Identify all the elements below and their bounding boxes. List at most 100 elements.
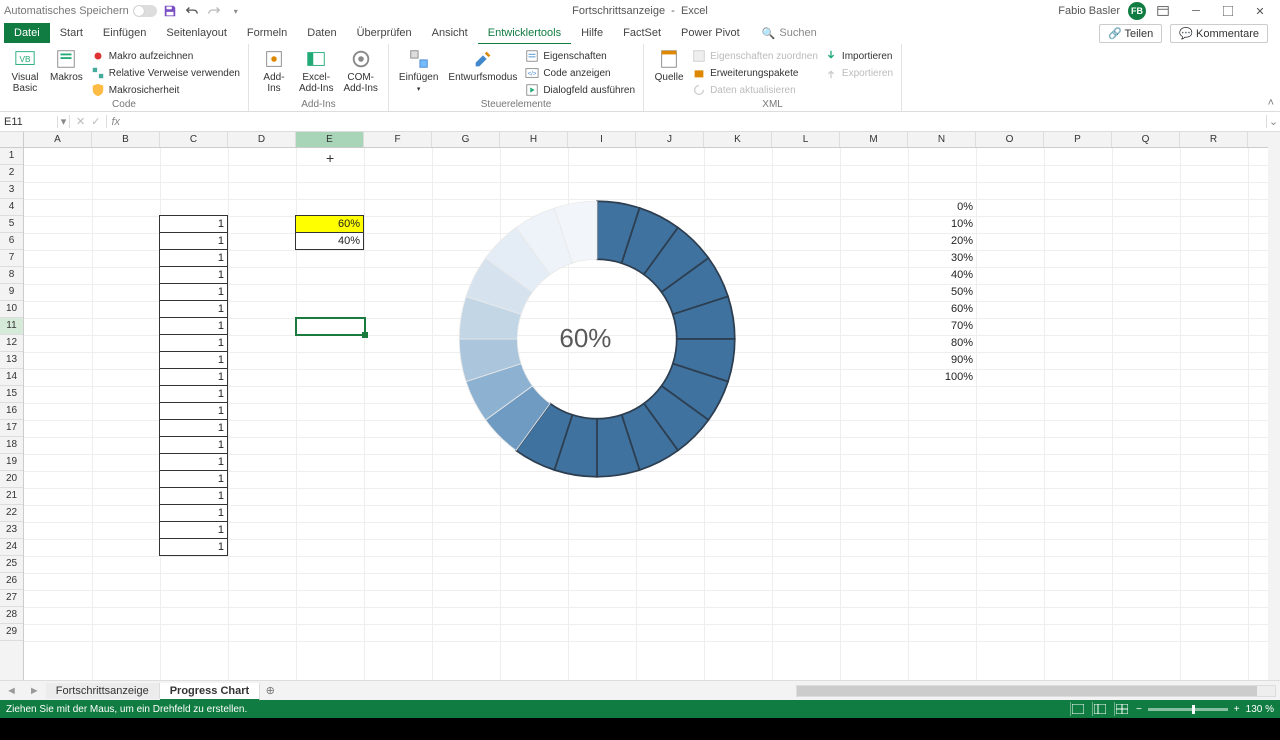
cell-n12[interactable]: 80% — [908, 335, 976, 352]
cell-e5[interactable]: 60% — [295, 215, 364, 233]
row-header[interactable]: 15 — [0, 386, 23, 403]
row-header[interactable]: 23 — [0, 522, 23, 539]
user-name[interactable]: Fabio Basler — [1058, 5, 1120, 17]
row-header[interactable]: 8 — [0, 267, 23, 284]
cell-c21[interactable]: 1 — [159, 487, 228, 505]
column-header[interactable]: G — [432, 132, 500, 147]
column-header[interactable]: L — [772, 132, 840, 147]
spreadsheet-grid[interactable]: ABCDEFGHIJKLMNOPQR 123456789101112131415… — [0, 132, 1280, 680]
row-header[interactable]: 6 — [0, 233, 23, 250]
relative-references-button[interactable]: Relative Verweise verwenden — [89, 65, 242, 81]
fx-icon[interactable]: fx — [107, 116, 124, 128]
cell-c11[interactable]: 1 — [159, 317, 228, 335]
row-header[interactable]: 24 — [0, 539, 23, 556]
column-header[interactable]: C — [160, 132, 228, 147]
column-header[interactable]: B — [92, 132, 160, 147]
visual-basic-button[interactable]: VBVisual Basic — [6, 46, 44, 98]
column-header[interactable]: N — [908, 132, 976, 147]
row-header[interactable]: 21 — [0, 488, 23, 505]
ribbon-tab-power pivot[interactable]: Power Pivot — [671, 23, 750, 43]
row-header[interactable]: 3 — [0, 182, 23, 199]
properties-button[interactable]: Eigenschaften — [523, 48, 637, 64]
row-header[interactable]: 25 — [0, 556, 23, 573]
cell-c5[interactable]: 1 — [159, 215, 228, 233]
add-sheet-button[interactable]: ⊕ — [260, 684, 280, 697]
minimize-button[interactable]: ─ — [1180, 0, 1212, 22]
page-break-view-icon[interactable] — [1114, 702, 1130, 716]
cell-e6[interactable]: 40% — [295, 232, 364, 250]
row-header[interactable]: 4 — [0, 199, 23, 216]
row-header[interactable]: 26 — [0, 573, 23, 590]
sheet-tab[interactable]: Progress Chart — [160, 683, 260, 701]
ribbon-tab-seitenlayout[interactable]: Seitenlayout — [156, 23, 237, 43]
com-addins-button[interactable]: COM- Add-Ins — [339, 46, 381, 96]
active-cell[interactable] — [295, 317, 366, 336]
cell-c22[interactable]: 1 — [159, 504, 228, 522]
column-header[interactable]: I — [568, 132, 636, 147]
sheet-tab[interactable]: Fortschrittsanzeige — [46, 683, 160, 699]
column-header[interactable]: F — [364, 132, 432, 147]
cell-n10[interactable]: 60% — [908, 301, 976, 318]
row-header[interactable]: 2 — [0, 165, 23, 182]
row-header[interactable]: 16 — [0, 403, 23, 420]
share-button[interactable]: 🔗 Teilen — [1099, 24, 1162, 43]
cell-n11[interactable]: 70% — [908, 318, 976, 335]
zoom-slider[interactable] — [1148, 708, 1228, 711]
ribbon-tab-einfügen[interactable]: Einfügen — [93, 23, 156, 43]
column-header[interactable]: J — [636, 132, 704, 147]
fill-handle[interactable] — [362, 332, 368, 338]
import-button[interactable]: Importieren — [822, 48, 895, 64]
row-header[interactable]: 27 — [0, 590, 23, 607]
horizontal-scrollbar[interactable] — [796, 685, 1276, 697]
row-header[interactable]: 11 — [0, 318, 23, 335]
cell-c20[interactable]: 1 — [159, 470, 228, 488]
row-header[interactable]: 7 — [0, 250, 23, 267]
row-header[interactable]: 17 — [0, 420, 23, 437]
column-header[interactable]: Q — [1112, 132, 1180, 147]
zoom-in-button[interactable]: + — [1234, 704, 1240, 715]
ribbon-tab-ansicht[interactable]: Ansicht — [422, 23, 478, 43]
macros-button[interactable]: Makros — [46, 46, 87, 98]
ribbon-display-icon[interactable] — [1154, 2, 1172, 20]
row-header[interactable]: 5 — [0, 216, 23, 233]
sheet-nav-prev[interactable]: ◄ — [0, 685, 23, 697]
cell-c12[interactable]: 1 — [159, 334, 228, 352]
ribbon-tab-factset[interactable]: FactSet — [613, 23, 671, 43]
row-header[interactable]: 18 — [0, 437, 23, 454]
page-layout-view-icon[interactable] — [1092, 702, 1108, 716]
user-avatar[interactable]: FB — [1128, 2, 1146, 20]
row-header[interactable]: 9 — [0, 284, 23, 301]
name-box-dropdown[interactable]: ▾ — [58, 115, 70, 128]
ribbon-tab-entwicklertools[interactable]: Entwicklertools — [478, 23, 571, 45]
cell-c15[interactable]: 1 — [159, 385, 228, 403]
cell-c16[interactable]: 1 — [159, 402, 228, 420]
cell-c8[interactable]: 1 — [159, 266, 228, 284]
run-dialog-button[interactable]: Dialogfeld ausführen — [523, 82, 637, 98]
save-icon[interactable] — [161, 2, 179, 20]
row-headers[interactable]: 1234567891011121314151617181920212223242… — [0, 148, 24, 680]
cell-n13[interactable]: 90% — [908, 352, 976, 369]
search-icon[interactable]: 🔍 — [762, 27, 776, 40]
cell-n6[interactable]: 20% — [908, 233, 976, 250]
excel-addins-button[interactable]: Excel- Add-Ins — [295, 46, 337, 96]
undo-icon[interactable] — [183, 2, 201, 20]
cell-c17[interactable]: 1 — [159, 419, 228, 437]
cell-n7[interactable]: 30% — [908, 250, 976, 267]
row-header[interactable]: 10 — [0, 301, 23, 318]
row-header[interactable]: 13 — [0, 352, 23, 369]
qat-customize-icon[interactable]: ▾ — [227, 2, 245, 20]
cell-c7[interactable]: 1 — [159, 249, 228, 267]
row-header[interactable]: 29 — [0, 624, 23, 641]
name-box[interactable]: E11 — [0, 116, 58, 128]
row-header[interactable]: 1 — [0, 148, 23, 165]
column-header[interactable]: K — [704, 132, 772, 147]
record-macro-button[interactable]: Makro aufzeichnen — [89, 48, 242, 64]
row-header[interactable]: 22 — [0, 505, 23, 522]
expand-formula-bar-icon[interactable]: ⌄ — [1266, 115, 1280, 128]
column-header[interactable]: O — [976, 132, 1044, 147]
cell-c18[interactable]: 1 — [159, 436, 228, 454]
cell-c23[interactable]: 1 — [159, 521, 228, 539]
zoom-out-button[interactable]: − — [1136, 704, 1142, 715]
file-tab[interactable]: Datei — [4, 23, 50, 43]
column-header[interactable]: E — [296, 132, 364, 147]
